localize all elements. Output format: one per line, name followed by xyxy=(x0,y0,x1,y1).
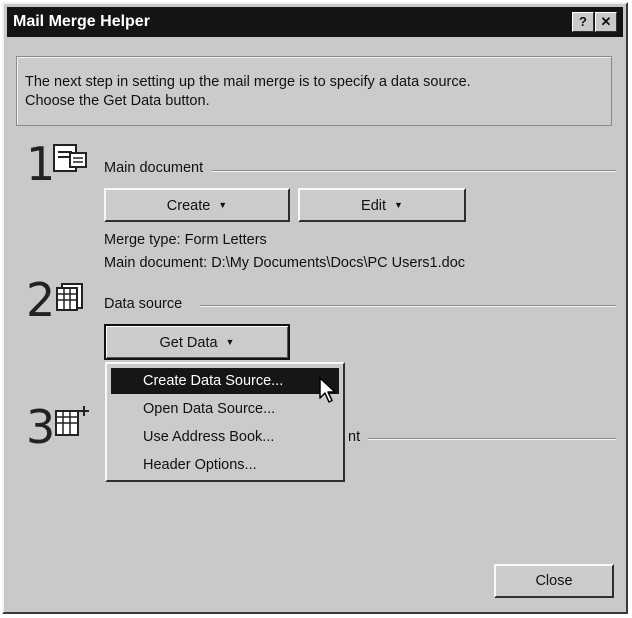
help-button[interactable]: ? xyxy=(572,12,594,32)
merge-type-text: Merge type: Form Letters xyxy=(104,232,267,248)
section-divider xyxy=(368,438,616,440)
data-source-heading: Data source xyxy=(104,296,183,312)
edit-button[interactable]: Edit ▼ xyxy=(298,188,466,222)
step-2-number: 2 xyxy=(26,273,56,327)
instruction-line-2: Choose the Get Data button. xyxy=(25,93,210,109)
menu-item-use-address-book[interactable]: Use Address Book... xyxy=(111,424,339,450)
main-document-path: Main document: D:\My Documents\Docs\PC U… xyxy=(104,255,466,271)
dropdown-arrow-icon: ▼ xyxy=(225,337,235,347)
data-source-icon xyxy=(54,282,86,317)
menu-item-open-data-source[interactable]: Open Data Source... xyxy=(111,396,339,422)
instruction-line-1: The next step in setting up the mail mer… xyxy=(25,74,471,90)
main-document-icon xyxy=(52,143,88,178)
mouse-pointer-icon xyxy=(318,376,338,409)
title-bar[interactable]: Mail Merge Helper ? ✕ xyxy=(7,7,623,37)
section-divider xyxy=(212,170,616,172)
menu-item-header-options[interactable]: Header Options... xyxy=(111,452,339,478)
get-data-button-label: Get Data xyxy=(159,335,218,351)
dropdown-arrow-icon: ▼ xyxy=(394,200,403,210)
dialog-title: Mail Merge Helper xyxy=(13,13,150,30)
create-button[interactable]: Create ▼ xyxy=(104,188,290,222)
close-button[interactable]: Close xyxy=(494,564,614,598)
main-document-heading: Main document xyxy=(104,160,204,176)
create-button-label: Create xyxy=(166,198,211,214)
merge-heading-fragment: nt xyxy=(348,429,361,445)
close-icon[interactable]: ✕ xyxy=(595,12,617,32)
step-3-number: 3 xyxy=(26,400,56,454)
dropdown-arrow-icon: ▼ xyxy=(218,200,228,210)
get-data-button[interactable]: Get Data ▼ xyxy=(104,324,290,360)
edit-button-label: Edit xyxy=(361,198,387,214)
step-1-number: 1 xyxy=(26,137,56,191)
menu-item-create-data-source[interactable]: Create Data Source... xyxy=(111,368,339,394)
get-data-dropdown-menu: Create Data Source... Open Data Source..… xyxy=(105,362,345,482)
section-divider xyxy=(200,305,616,307)
instruction-panel: The next step in setting up the mail mer… xyxy=(16,56,612,126)
merge-icon xyxy=(54,405,90,442)
